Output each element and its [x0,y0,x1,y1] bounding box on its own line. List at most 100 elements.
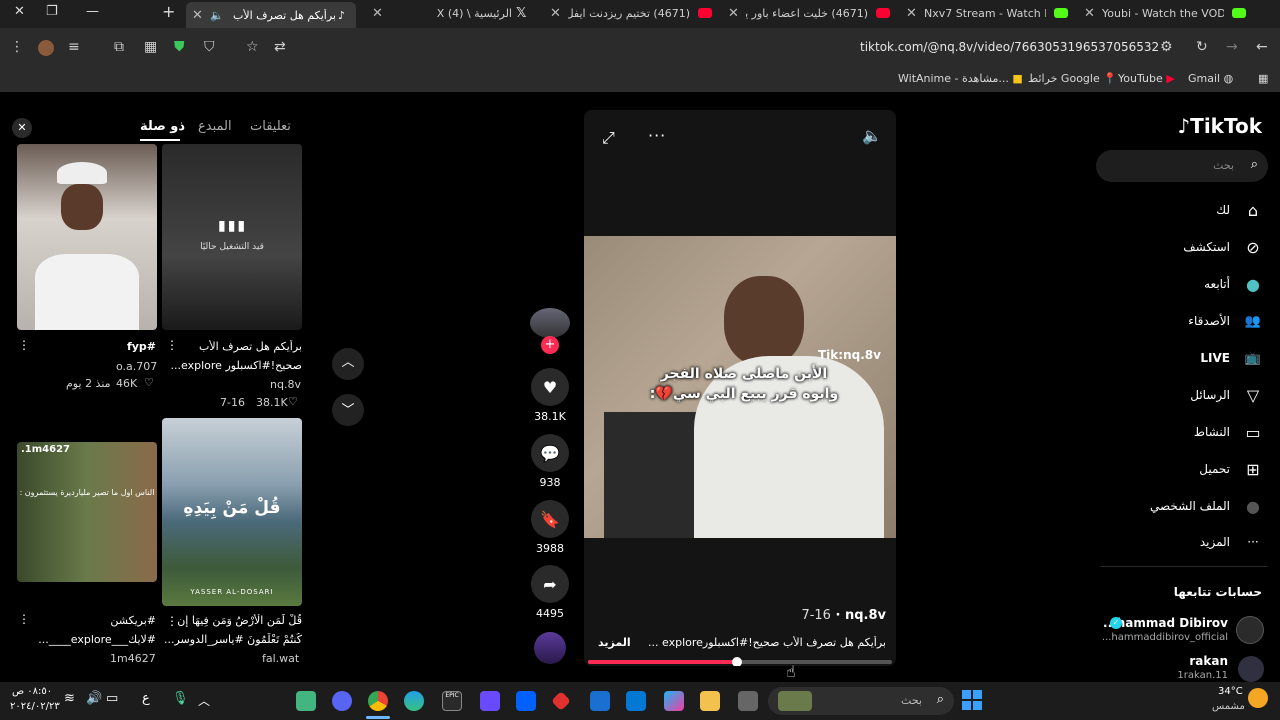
tab-youbi[interactable]: ✕ Youbi - Watch the VOD on [1078,0,1254,26]
weather-temp[interactable]: 34°C [1218,686,1243,697]
translate-icon[interactable]: ⇄ [274,39,286,55]
task-view-icon[interactable] [738,691,758,711]
microphone-icon[interactable]: 🎙 [172,691,189,706]
menu-dots-icon[interactable]: ⋮ [10,39,24,55]
tab-close-icon[interactable]: ✕ [1084,6,1095,21]
chrome-icon[interactable] [368,691,388,711]
weather-icon[interactable] [1248,688,1268,708]
playlist-icon[interactable]: ≡ [68,39,80,55]
wifi-icon[interactable]: ≋ [64,691,75,706]
tray-overflow-icon[interactable]: ︿ [198,692,210,709]
clock-time[interactable]: ٠٨:٥٠ ص [12,686,52,697]
progress-track[interactable] [588,657,892,666]
tab-close-icon[interactable]: ✕ [728,6,739,21]
creator-avatar[interactable]: + [530,308,570,354]
battery-icon[interactable]: ▭ [106,691,118,706]
related-caption[interactable]: صحيح!#اكسبلور explore... [162,359,302,372]
bookmark-star-icon[interactable]: ☆ [246,39,259,55]
share-icon[interactable]: ➦ [531,565,569,603]
search-box[interactable]: ⌕ بحث [1096,150,1268,182]
related-video-thumb[interactable] [17,144,157,330]
nav-activity[interactable]: النشاط ▭ [1194,420,1264,444]
nav-explore[interactable]: استكشف ⊘ [1183,235,1264,259]
volume-icon[interactable]: 🔊 [86,691,102,706]
close-panel-icon[interactable]: ✕ [12,118,32,138]
file-explorer-icon[interactable] [700,691,720,711]
edge-icon[interactable] [404,691,424,711]
store-icon[interactable] [626,691,646,711]
anydesk-icon[interactable] [551,691,571,711]
tab-close-icon[interactable]: ✕ [372,6,383,21]
reload-icon[interactable]: ↻ [1196,39,1208,55]
restore-window-icon[interactable]: ❐ [46,4,58,19]
fullscreen-icon[interactable]: ⤢ [602,128,615,148]
new-tab-icon[interactable]: + [162,2,175,21]
nav-profile[interactable]: الملف الشخصي ● [1150,494,1264,518]
taskbar-search[interactable]: ⌕ بحث [768,687,954,715]
bookmark-youtube[interactable]: YouTube ▶ [1118,72,1175,85]
tab-tiktok-active[interactable]: ✕ 🔈 برأيكم هل تصرف الأب ص ♪ [186,2,356,28]
save-action[interactable]: 🔖 3988 [530,500,570,555]
related-caption[interactable]: #لايك___explore____... [17,633,156,646]
bookmark-maps[interactable]: خرائط Google 📍 [1028,72,1117,85]
nav-messages[interactable]: الرسائل ▽ [1190,383,1264,407]
apps-grid-icon[interactable]: ▦ [1258,72,1268,85]
follow-plus-icon[interactable]: + [541,336,559,354]
related-video-thumb[interactable]: قُلْ مَنْ بِيَدِهِ YASSER AL-DOSARI [162,418,302,606]
teams-icon[interactable] [480,691,500,711]
like-action[interactable]: ♥ 38.1K [530,368,570,423]
nav-following[interactable]: أتابعه ● [1204,272,1264,296]
related-caption[interactable]: قُلْ لِّمَنِ الْأَرْضُ وَمَن فِيهَا إِن [176,614,302,627]
tab-youtube-2[interactable]: ✕ (4671) تختيم ريزدنت ايفل 7 [544,0,720,26]
following-account[interactable]: ...hammad Dibirov ✓ ...hammaddibirov_off… [1090,614,1280,648]
tab-close-icon[interactable]: ✕ [550,6,561,21]
related-caption[interactable]: كُنتُمْ تَعْلَمُونَ #ياسر_الدوسر... [162,633,302,646]
music-disc-icon[interactable] [534,632,566,664]
share-action[interactable]: ➦ 4495 [530,565,570,620]
video-author-line[interactable]: 7-16 · nq.8v [801,608,886,623]
nav-upload[interactable]: تحميل ⊞ [1199,457,1264,481]
minimize-window-icon[interactable]: — [86,4,99,19]
url-text[interactable]: tiktok.com/@nq.8v/video/7663053196537056… [860,40,1159,54]
language-indicator[interactable]: ع [142,691,150,706]
related-video-thumb[interactable]: ▮▮▮ قيد التشغيل حاليًا [162,144,302,330]
next-video-icon[interactable]: ﹀ [332,394,364,426]
extensions-icon[interactable]: ⧉ [114,39,124,55]
security-icon[interactable]: ⛉ [204,39,215,55]
volume-icon[interactable]: 🔈 [862,126,882,145]
more-options-icon[interactable]: ⋮ [18,612,30,626]
more-options-icon[interactable]: ⋮ [18,338,30,352]
bookmark-gmail[interactable]: Gmail ◍ [1188,72,1233,85]
tab-creator[interactable]: المبدع [198,119,232,134]
related-caption[interactable]: #بريكشن [40,614,156,627]
related-author[interactable]: 1m4627 [110,652,156,665]
clock-date[interactable]: ٢٠٢٤/٠٢/٢٣ [10,701,60,712]
more-options-icon[interactable]: ··· [648,126,666,145]
nav-more[interactable]: المزيد ··· [1200,530,1264,554]
previous-video-icon[interactable]: ︿ [332,348,364,380]
video-player[interactable]: ⤢ ··· 🔈 Tik:nq.8v الأبن ماصلى صلاه الفجر… [584,110,896,666]
dropbox-icon[interactable] [516,691,536,711]
comment-icon[interactable]: 💬 [531,434,569,472]
bookmark-witanime[interactable]: WitAnime - مشاهدة... ■ [898,72,1023,85]
related-author[interactable]: nq.8v [270,378,301,391]
following-account[interactable]: rakan 1rakan.11 [1090,652,1280,682]
tab-nxv7[interactable]: ✕ Nxv7 Stream - Watch Live [900,0,1076,26]
windows-start-icon[interactable] [962,690,982,710]
more-link[interactable]: المزيد [598,636,631,649]
site-settings-icon[interactable]: ⚙ [1160,39,1173,55]
heart-icon[interactable]: ♥ [531,368,569,406]
related-author[interactable]: fal.wat [262,652,299,665]
profile-avatar[interactable] [38,40,54,56]
nav-for-you[interactable]: لك ⌂ [1216,198,1264,222]
tab-youtube-1[interactable]: ✕ (4671) خليت اعضاء باور يجر [722,0,898,26]
tab-related[interactable]: ذو صلة [140,119,185,134]
discord-icon[interactable] [332,691,352,711]
nav-live[interactable]: LIVE 📺 [1200,346,1264,370]
nav-friends[interactable]: الأصدقاء 👥 [1188,309,1264,333]
progress-handle[interactable] [731,657,742,666]
whatsapp-icon[interactable] [296,691,316,711]
outlook-icon[interactable] [590,691,610,711]
tab-x[interactable]: ✕ الرئيسية \ X (4) 𝕏 [366,0,542,26]
epic-games-icon[interactable]: EPIC [442,691,462,711]
